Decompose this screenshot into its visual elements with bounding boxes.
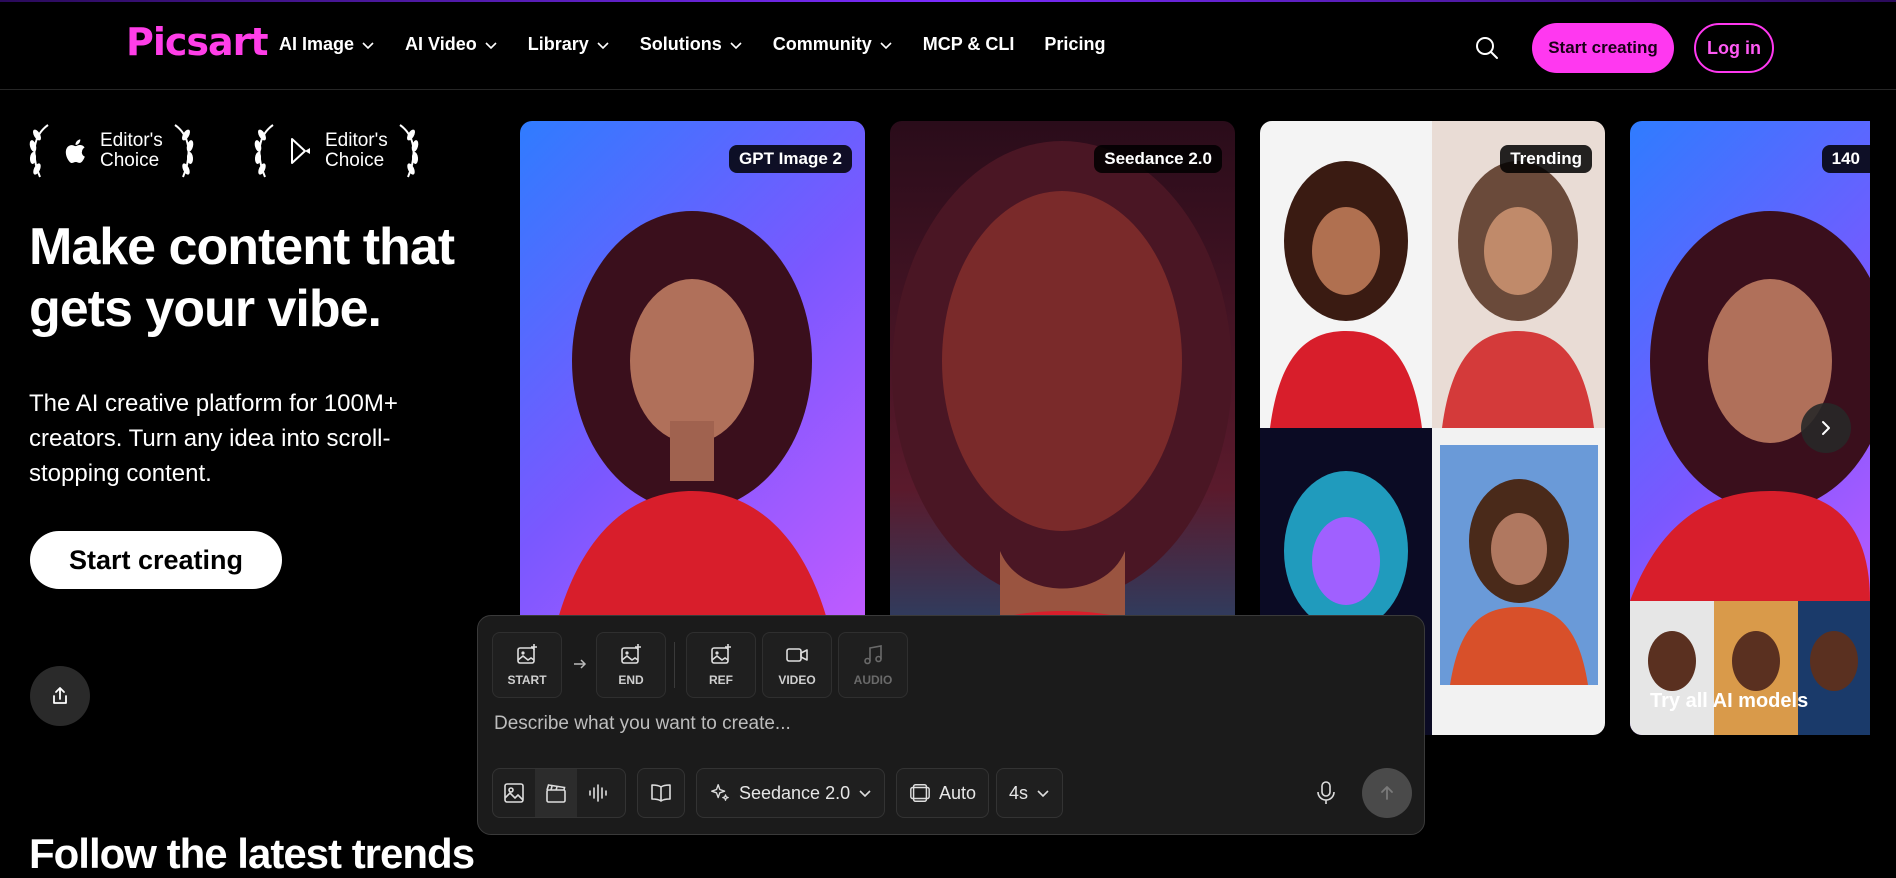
nav-mcp-cli[interactable]: MCP & CLI xyxy=(923,34,1015,55)
nav-solutions[interactable]: Solutions xyxy=(640,34,743,55)
duration-selector[interactable]: 4s xyxy=(996,768,1064,818)
slot-label: REF xyxy=(709,673,733,687)
model-selector[interactable]: Seedance 2.0 xyxy=(696,768,886,818)
microphone-icon[interactable] xyxy=(1314,780,1338,806)
send-button[interactable] xyxy=(1362,768,1412,818)
search-icon[interactable] xyxy=(1474,35,1500,61)
waveform-icon xyxy=(589,784,607,802)
laurel-left-icon xyxy=(254,124,274,178)
hero-title-line: gets your vibe. xyxy=(29,280,382,338)
guide-button[interactable] xyxy=(637,768,685,818)
slot-label: START xyxy=(507,673,547,687)
award-app-store: Editor's Choice xyxy=(28,120,195,182)
image-plus-icon xyxy=(517,644,537,664)
award-label-line: Choice xyxy=(100,150,160,171)
prompt-composer: START END REF VIDEO AUDIO Seedance 2.0 A… xyxy=(477,615,1425,835)
chevron-down-icon xyxy=(859,790,871,798)
chevron-down-icon xyxy=(1037,790,1049,798)
nav-label: Library xyxy=(527,34,589,54)
chevron-down-icon xyxy=(730,41,742,49)
nav-ai-video[interactable]: AI Video xyxy=(405,34,498,55)
aspect-ratio-icon xyxy=(910,784,930,802)
music-note-icon xyxy=(864,645,882,665)
image-icon xyxy=(504,783,524,803)
duration-label: 4s xyxy=(1009,782,1029,803)
slot-label: END xyxy=(618,673,644,687)
nav-label: AI Video xyxy=(405,34,477,54)
nav-label: Pricing xyxy=(1044,34,1106,54)
end-frame-slot[interactable]: END xyxy=(596,632,666,698)
image-plus-icon xyxy=(711,644,731,664)
chevron-down-icon xyxy=(597,41,609,49)
award-label-line: Choice xyxy=(325,150,385,171)
nav-label: Solutions xyxy=(639,34,722,54)
prompt-input[interactable] xyxy=(492,708,1396,740)
video-mode-button[interactable] xyxy=(535,769,577,817)
hero-subtitle: The AI creative platform for 100M+ creat… xyxy=(29,390,398,487)
login-button[interactable]: Log in xyxy=(1694,23,1774,73)
chevron-down-icon xyxy=(880,41,892,49)
nav-pricing[interactable]: Pricing xyxy=(1044,34,1105,55)
nav-label: Community xyxy=(772,34,872,54)
audio-mode-button[interactable] xyxy=(577,769,619,817)
mode-toggle-group xyxy=(492,768,626,818)
slot-label: AUDIO xyxy=(853,673,893,687)
video-icon xyxy=(786,648,808,662)
hero-start-creating-button[interactable]: Start creating xyxy=(30,531,282,589)
share-icon xyxy=(53,687,67,704)
clapperboard-icon xyxy=(546,784,566,803)
arrow-up-icon xyxy=(1381,786,1393,800)
model-tag: Trending xyxy=(1500,145,1592,173)
sparkle-icon xyxy=(711,784,729,801)
audio-slot[interactable]: AUDIO xyxy=(838,632,908,698)
picsart-logo[interactable]: Picsart xyxy=(126,20,269,64)
image-plus-icon xyxy=(621,644,641,664)
model-tag: Seedance 2.0 xyxy=(1094,145,1222,173)
nav-community[interactable]: Community xyxy=(773,34,893,55)
model-tag: 140 xyxy=(1821,145,1870,173)
nav-ai-image[interactable]: AI Image xyxy=(279,34,375,55)
model-tag: GPT Image 2 xyxy=(729,145,852,173)
divider xyxy=(674,642,675,688)
arrow-right-icon xyxy=(574,659,587,669)
reference-slot[interactable]: REF xyxy=(686,632,756,698)
laurel-right-icon xyxy=(174,124,194,178)
main-nav: AI Image AI Video Library Solutions Comm… xyxy=(279,34,1135,55)
award-label-line: Editor's xyxy=(325,130,388,151)
card-caption: Try all AI models xyxy=(1650,690,1809,712)
award-label: Editor's Choice xyxy=(100,131,163,171)
video-slot[interactable]: VIDEO xyxy=(762,632,832,698)
site-header: Picsart AI Image AI Video Library Soluti… xyxy=(0,2,1896,90)
chevron-down-icon xyxy=(485,41,497,49)
nav-label: AI Image xyxy=(279,34,355,54)
award-label: Editor's Choice xyxy=(325,131,388,171)
google-play-icon xyxy=(291,138,310,164)
chevron-down-icon xyxy=(362,41,374,49)
model-selector-label: Seedance 2.0 xyxy=(739,782,851,803)
award-google-play: Editor's Choice xyxy=(253,120,420,182)
image-mode-button[interactable] xyxy=(493,769,535,817)
carousel-next-button[interactable] xyxy=(1801,403,1851,453)
laurel-left-icon xyxy=(29,124,49,178)
hero-title-line: Make content that xyxy=(29,218,455,276)
aspect-ratio-label: Auto xyxy=(939,782,977,803)
start-creating-button[interactable]: Start creating xyxy=(1532,23,1674,73)
chevron-right-icon xyxy=(1822,421,1830,435)
book-open-icon xyxy=(651,784,671,802)
aspect-ratio-selector[interactable]: Auto xyxy=(896,768,990,818)
slot-label: VIDEO xyxy=(778,673,816,687)
laurel-right-icon xyxy=(399,124,419,178)
award-label-line: Editor's xyxy=(100,130,163,151)
apple-icon xyxy=(65,139,85,164)
nav-label: MCP & CLI xyxy=(922,34,1015,54)
hero-title: Make content that gets your vibe. xyxy=(29,216,489,340)
start-frame-slot[interactable]: START xyxy=(492,632,562,698)
section-heading: Follow the latest trends xyxy=(29,830,475,877)
share-button[interactable] xyxy=(30,666,90,726)
nav-library[interactable]: Library xyxy=(528,34,610,55)
